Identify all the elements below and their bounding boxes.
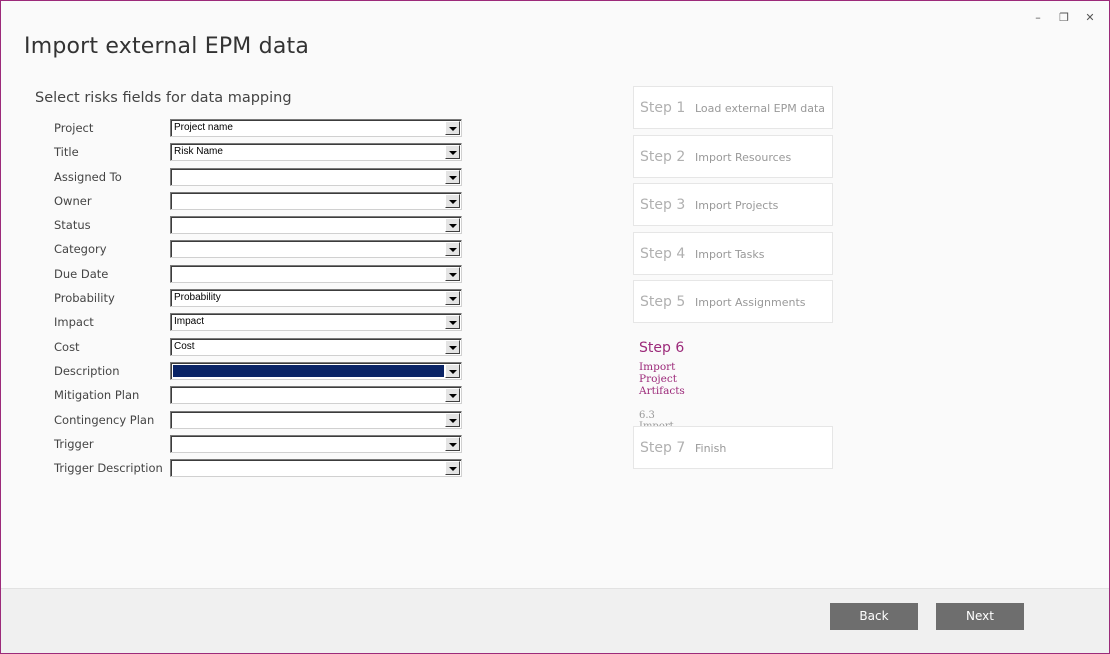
impact-dropdown[interactable]: Impact bbox=[170, 313, 462, 332]
footer-bar: Back Next bbox=[1, 588, 1109, 653]
field-label: Probability bbox=[54, 291, 115, 306]
step-name: Import Tasks bbox=[695, 248, 765, 261]
step-number: Step 3 bbox=[640, 197, 686, 213]
page-title: Import external EPM data bbox=[24, 34, 310, 59]
step-1-card[interactable]: Step 1 Load external EPM data bbox=[633, 86, 833, 129]
step-number: Step 6 bbox=[639, 340, 685, 356]
step-4-card[interactable]: Step 4 Import Tasks bbox=[633, 232, 833, 275]
dropdown-arrow-icon[interactable] bbox=[445, 121, 460, 135]
dropdown-arrow-icon[interactable] bbox=[445, 169, 460, 184]
dropdown-value: Cost bbox=[174, 340, 195, 352]
contingency-plan-dropdown[interactable] bbox=[170, 410, 462, 429]
field-label: Cost bbox=[54, 339, 80, 354]
field-label: Project bbox=[54, 121, 94, 135]
close-icon[interactable]: ✕ bbox=[1083, 11, 1097, 25]
field-label: Trigger bbox=[54, 436, 94, 451]
step-number: Step 1 bbox=[640, 100, 686, 116]
field-label: Contingency Plan bbox=[54, 412, 155, 427]
minimize-icon[interactable]: – bbox=[1031, 11, 1045, 25]
field-label: Trigger Description bbox=[54, 461, 163, 476]
field-label: Category bbox=[54, 242, 107, 257]
dropdown-arrow-icon[interactable] bbox=[445, 193, 460, 208]
import-wizard-window: – ❐ ✕ Import external EPM data Select ri… bbox=[0, 0, 1110, 654]
field-label: Impact bbox=[54, 315, 94, 330]
dropdown-arrow-icon[interactable] bbox=[445, 266, 460, 281]
dropdown-value: Risk Name bbox=[174, 146, 223, 158]
step-name: Load external EPM data bbox=[695, 102, 825, 115]
dropdown-arrow-icon[interactable] bbox=[445, 436, 460, 451]
category-dropdown[interactable] bbox=[170, 240, 462, 259]
field-label: Mitigation Plan bbox=[54, 388, 140, 403]
probability-dropdown[interactable]: Probability bbox=[170, 289, 462, 308]
dropdown-arrow-icon[interactable] bbox=[445, 412, 460, 427]
step-number: Step 2 bbox=[640, 149, 686, 165]
description-dropdown[interactable] bbox=[170, 361, 462, 380]
title-dropdown[interactable]: Risk Name bbox=[170, 143, 462, 162]
dropdown-arrow-icon[interactable] bbox=[445, 388, 460, 403]
step-7-card[interactable]: Step 7 Finish bbox=[633, 426, 833, 469]
step-number: Step 4 bbox=[640, 246, 686, 262]
field-label: Assigned To bbox=[54, 169, 122, 184]
dropdown-arrow-icon[interactable] bbox=[445, 291, 460, 306]
field-label: Status bbox=[54, 218, 91, 233]
step-name: Import Resources bbox=[695, 151, 792, 164]
selection-highlight bbox=[173, 364, 444, 377]
step-name: Import Project Artifacts bbox=[639, 361, 685, 397]
restore-icon[interactable]: ❐ bbox=[1057, 11, 1071, 25]
dropdown-arrow-icon[interactable] bbox=[445, 145, 460, 160]
window-controls: – ❐ ✕ bbox=[1031, 11, 1097, 25]
field-label: Description bbox=[54, 363, 120, 378]
owner-dropdown[interactable] bbox=[170, 191, 462, 210]
step-name: Finish bbox=[695, 442, 727, 455]
trigger-description-dropdown[interactable] bbox=[170, 459, 462, 478]
field-label: Title bbox=[54, 145, 79, 160]
field-label: Due Date bbox=[54, 266, 109, 281]
step-name: Import Projects bbox=[695, 199, 779, 212]
dropdown-arrow-icon[interactable] bbox=[445, 242, 460, 257]
trigger-dropdown[interactable] bbox=[170, 434, 462, 453]
dropdown-arrow-icon[interactable] bbox=[445, 363, 460, 378]
field-label: Owner bbox=[54, 193, 92, 208]
dropdown-arrow-icon[interactable] bbox=[445, 339, 460, 354]
step-2-card[interactable]: Step 2 Import Resources bbox=[633, 135, 833, 178]
project-dropdown[interactable]: Project name bbox=[170, 119, 462, 137]
step-number: Step 5 bbox=[640, 294, 686, 310]
dropdown-arrow-icon[interactable] bbox=[445, 315, 460, 330]
next-button[interactable]: Next bbox=[936, 603, 1024, 630]
dropdown-arrow-icon[interactable] bbox=[445, 461, 460, 476]
dropdown-arrow-icon[interactable] bbox=[445, 218, 460, 233]
status-dropdown[interactable] bbox=[170, 216, 462, 235]
dropdown-value: Impact bbox=[174, 316, 205, 328]
step-number: Step 7 bbox=[640, 440, 686, 456]
due-date-dropdown[interactable] bbox=[170, 264, 462, 283]
step-name: Import Assignments bbox=[695, 296, 806, 309]
section-subtitle: Select risks fields for data mapping bbox=[35, 90, 292, 106]
assigned-to-dropdown[interactable] bbox=[170, 167, 462, 186]
cost-dropdown[interactable]: Cost bbox=[170, 337, 462, 356]
step-5-card[interactable]: Step 5 Import Assignments bbox=[633, 280, 833, 323]
mitigation-plan-dropdown[interactable] bbox=[170, 386, 462, 405]
step-3-card[interactable]: Step 3 Import Projects bbox=[633, 183, 833, 226]
back-button[interactable]: Back bbox=[830, 603, 918, 630]
dropdown-value: Project name bbox=[174, 122, 233, 133]
dropdown-value: Probability bbox=[174, 292, 221, 304]
